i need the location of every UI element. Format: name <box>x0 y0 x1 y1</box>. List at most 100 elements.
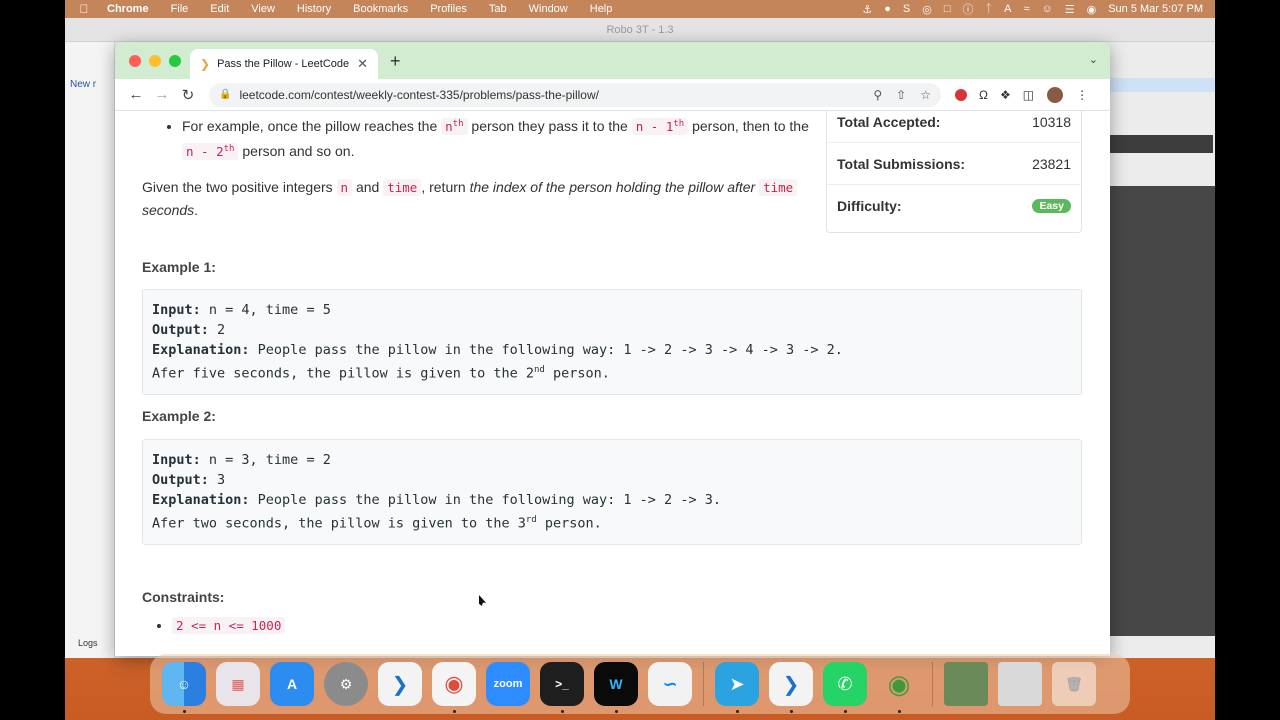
profile-avatar[interactable] <box>1046 85 1065 104</box>
robo3t-query-bar[interactable] <box>1110 135 1213 153</box>
menu-profiles[interactable]: Profiles <box>419 3 478 15</box>
difficulty-badge: Easy <box>1032 199 1071 213</box>
dock-finder-icon[interactable]: ☺ <box>162 662 206 713</box>
dock-app-store-icon[interactable]: A <box>270 662 314 706</box>
url-text[interactable]: leetcode.com/contest/weekly-contest-335/… <box>239 88 859 102</box>
tab-pass-the-pillow[interactable]: ❯ Pass the Pillow - LeetCode Co ✕ <box>190 49 378 79</box>
inline-code: n <box>336 179 353 197</box>
list-item: For example, once the pillow reaches the… <box>182 113 815 163</box>
inline-code: n - 1th <box>631 118 689 136</box>
skype-icon[interactable]: S <box>903 3 910 15</box>
example-2-title: Example 2: <box>142 408 216 424</box>
leetcode-favicon-icon: ❯ <box>200 57 211 71</box>
example-2-block: Input: n = 3, time = 2 Output: 3 Explana… <box>142 439 1082 545</box>
close-tab-icon[interactable]: ✕ <box>357 56 368 72</box>
docker-icon[interactable]: ⚓ <box>862 3 872 16</box>
dock-separator <box>932 662 933 706</box>
stat-label: Total Accepted: <box>837 113 941 130</box>
dock-robo3t-icon[interactable]: ◉ <box>877 662 921 713</box>
extensions-puzzle-icon[interactable]: ❖ <box>1000 88 1011 102</box>
example-1-block: Input: n = 4, time = 5 Output: 2 Explana… <box>142 289 1082 395</box>
stat-value: 23821 <box>1032 155 1071 172</box>
inline-code: time <box>759 179 798 197</box>
menu-help[interactable]: Help <box>579 3 624 15</box>
bullet-text: person, then to the <box>688 118 809 135</box>
input-source-icon[interactable]: A <box>1004 3 1011 15</box>
dock-launchpad-icon[interactable]: ▦ <box>216 662 260 706</box>
back-button[interactable]: ← <box>123 86 149 103</box>
extension-omega-icon[interactable]: Ω <box>979 88 988 102</box>
dock-freeform-icon[interactable]: ∽ <box>648 662 692 706</box>
chrome-menu-icon[interactable]: ⋮ <box>1076 88 1088 102</box>
robo3t-title: Robo 3T - 1.3 <box>65 18 1215 42</box>
dock-downloads-stack-icon[interactable] <box>998 662 1042 706</box>
tab-search-chevron-icon[interactable]: ⌄ <box>1089 53 1098 66</box>
bookmark-star-icon[interactable]: ☆ <box>920 88 931 102</box>
example-1-title: Example 1: <box>142 259 216 275</box>
dock-trash-icon[interactable]: 🗑 <box>1052 662 1096 706</box>
tab-strip: ❯ Pass the Pillow - LeetCode Co ✕ + ⌄ <box>115 42 1110 79</box>
page-content: For example, once the pillow reaches the… <box>115 111 1110 656</box>
inline-code: time <box>383 179 422 197</box>
clock[interactable]: Sun 5 Mar 5:07 PM <box>1108 3 1203 15</box>
wifi-icon[interactable]: ≈ <box>1023 3 1029 15</box>
inline-code: 2 <= n <= 1000 <box>172 617 286 634</box>
address-bar[interactable]: 🔒 leetcode.com/contest/weekly-contest-33… <box>209 82 941 107</box>
zoom-icon[interactable]: ⚲ <box>873 88 882 102</box>
inline-code: n - 2th <box>182 143 239 161</box>
menu-history[interactable]: History <box>286 3 342 15</box>
menu-window[interactable]: Window <box>518 3 579 15</box>
browser-toolbar: ← → ↻ 🔒 leetcode.com/contest/weekly-cont… <box>115 79 1110 111</box>
lock-icon[interactable]: 🔒 <box>219 89 231 100</box>
dock-telegram-icon[interactable]: ➤ <box>715 662 759 713</box>
dock-zoom-icon[interactable]: zoom <box>486 662 530 706</box>
stat-label: Total Submissions: <box>837 155 966 172</box>
minimize-window-button[interactable] <box>149 55 161 67</box>
window-icon[interactable]: □ <box>944 3 951 15</box>
robo3t-new-tab[interactable]: New r <box>70 79 96 90</box>
robo3t-explorer[interactable] <box>65 42 115 658</box>
apple-icon[interactable]:  <box>65 2 103 16</box>
extension-red-icon[interactable] <box>955 88 967 101</box>
siri-icon[interactable]: ◉ <box>1087 3 1097 16</box>
robo3t-results-area <box>1110 186 1215 636</box>
menu-bookmarks[interactable]: Bookmarks <box>342 3 419 15</box>
forward-button[interactable]: → <box>149 86 175 103</box>
menu-edit[interactable]: Edit <box>199 3 240 15</box>
dock-recent-photo-icon[interactable] <box>944 662 988 706</box>
close-window-button[interactable] <box>129 55 141 67</box>
bluetooth-icon[interactable]: ᛏ <box>986 3 993 15</box>
control-center-icon[interactable]: ☰ <box>1065 3 1075 16</box>
robo3t-logs-tab[interactable]: Logs <box>78 638 98 648</box>
stat-difficulty: Difficulty: Easy <box>827 185 1081 227</box>
side-panel-icon[interactable]: ◫ <box>1023 88 1034 102</box>
constraints-title: Constraints: <box>142 589 225 605</box>
dock-vscode-icon[interactable]: ❯ <box>378 662 422 706</box>
dock-chrome-icon[interactable]: ◉ <box>432 662 476 713</box>
constraints-list: 2 <= n <= 1000 <box>142 612 286 639</box>
problem-stats-panel: Total Accepted: 10318 Total Submissions:… <box>826 111 1082 233</box>
mouse-cursor-icon <box>479 595 486 606</box>
airdrop-icon[interactable]: ◎ <box>922 3 932 16</box>
stat-submissions: Total Submissions: 23821 <box>827 143 1081 185</box>
problem-statement: Given the two positive integers n and ti… <box>142 176 815 221</box>
dock-webex-icon[interactable]: W <box>594 662 638 713</box>
dock-settings-gear-icon[interactable]: ⚙ <box>324 662 368 706</box>
user-icon[interactable]: ☺ <box>1042 3 1053 15</box>
stat-label: Difficulty: <box>837 198 902 214</box>
menu-file[interactable]: File <box>160 3 200 15</box>
dock-whatsapp-icon[interactable]: ✆ <box>823 662 867 713</box>
dock-terminal-icon[interactable]: >_ <box>540 662 584 713</box>
list-item: 2 <= n <= 1000 <box>172 612 286 639</box>
maximize-window-button[interactable] <box>169 55 181 67</box>
notification-icon[interactable]: ● <box>884 3 891 15</box>
new-tab-button[interactable]: + <box>390 51 401 72</box>
reload-button[interactable]: ↻ <box>175 86 201 104</box>
menu-app-chrome[interactable]: Chrome <box>103 3 160 15</box>
dock-vscode-2-icon[interactable]: ❯ <box>769 662 813 713</box>
menu-view[interactable]: View <box>240 3 286 15</box>
window-controls <box>129 55 181 67</box>
info-icon[interactable]: ⓘ <box>963 1 974 17</box>
menu-tab[interactable]: Tab <box>478 3 518 15</box>
share-icon[interactable]: ⇧ <box>896 88 906 102</box>
